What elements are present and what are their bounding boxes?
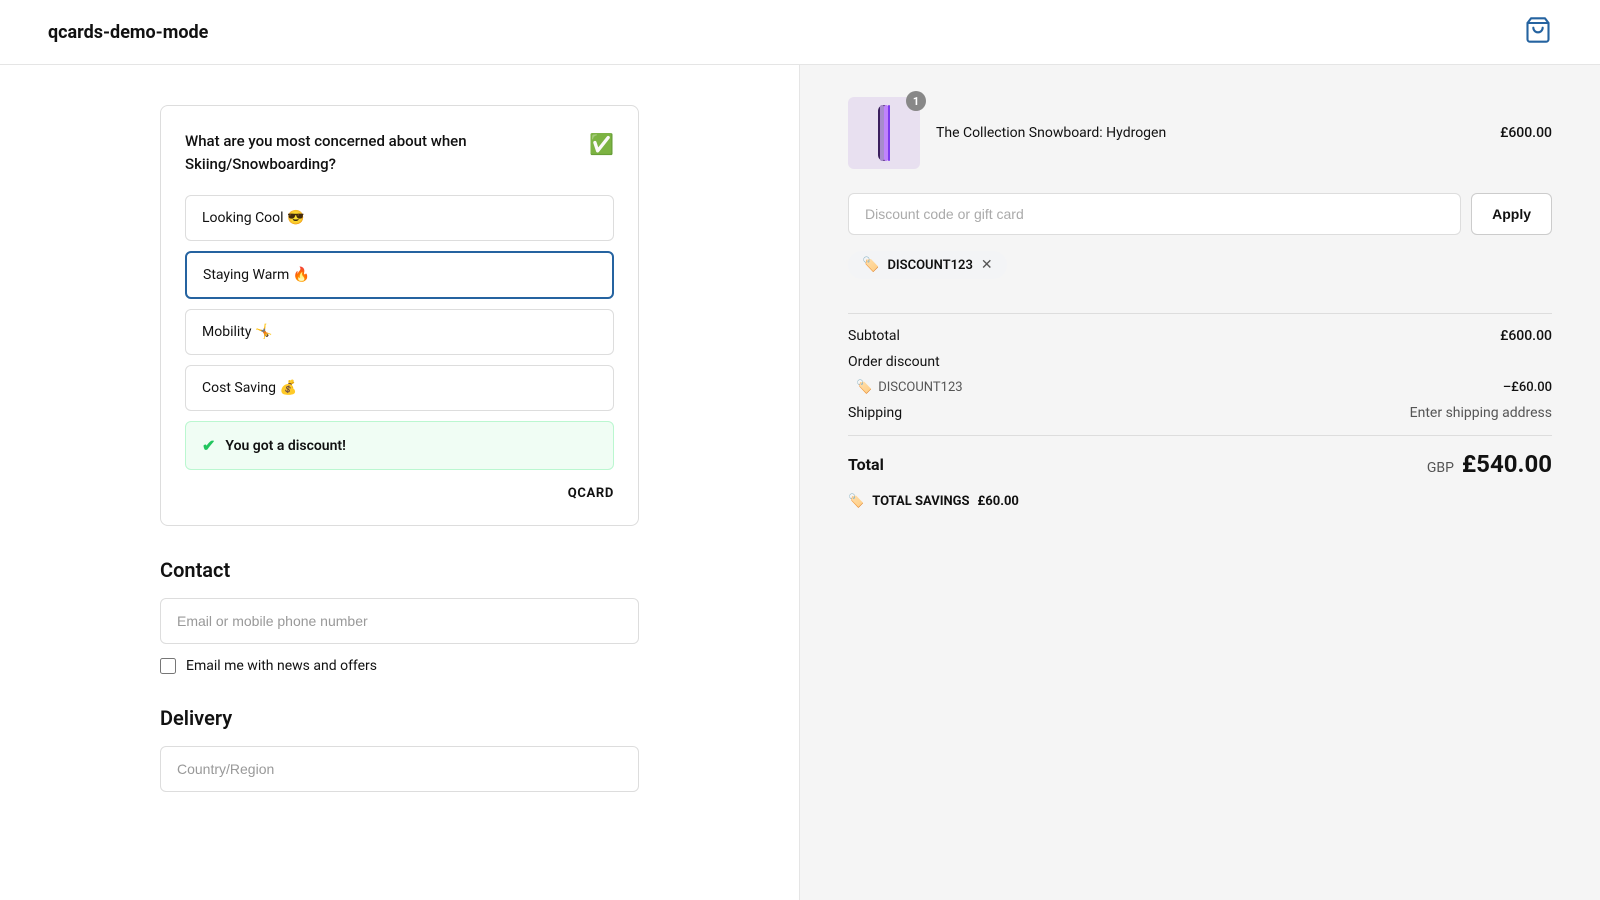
product-image-wrapper: 1 [848, 97, 920, 169]
email-input[interactable] [160, 598, 639, 644]
right-panel: 1 The Collection Snowboard: Hydrogen £60… [800, 65, 1600, 900]
contact-section: Contact Email me with news and offers [160, 558, 639, 674]
savings-icon: 🏷️ [848, 494, 864, 509]
option-looking-cool[interactable]: Looking Cool 😎 [185, 195, 614, 241]
left-panel: What are you most concerned about when S… [0, 65, 800, 900]
newsletter-label: Email me with news and offers [186, 658, 377, 674]
product-badge: 1 [906, 91, 926, 111]
discount-code-label: DISCOUNT123 [878, 380, 962, 395]
newsletter-row: Email me with news and offers [160, 658, 639, 674]
shipping-label: Shipping [848, 405, 902, 421]
subtotal-label: Subtotal [848, 328, 900, 344]
discount-banner: ✔ You got a discount! [185, 421, 614, 470]
delivery-title: Delivery [160, 706, 639, 730]
order-discount-label: Order discount [848, 354, 940, 370]
qcard-widget: What are you most concerned about when S… [160, 105, 639, 526]
total-row: Total GBP £540.00 [848, 450, 1552, 478]
discount-row: Apply [848, 193, 1552, 235]
applied-code: DISCOUNT123 [887, 258, 972, 273]
tag-icon: 🏷️ [862, 257, 879, 273]
product-name: The Collection Snowboard: Hydrogen [936, 125, 1484, 141]
subtotal-value: £600.00 [1500, 328, 1552, 344]
qcard-brand: QCARD [185, 486, 614, 501]
country-input[interactable] [160, 746, 639, 792]
product-price: £600.00 [1500, 125, 1552, 141]
check-circle-icon: ✅ [589, 132, 614, 156]
main-layout: What are you most concerned about when S… [0, 65, 1600, 900]
shipping-value: Enter shipping address [1410, 405, 1552, 421]
apply-button[interactable]: Apply [1471, 193, 1552, 235]
delivery-section: Delivery [160, 706, 639, 792]
remove-discount-button[interactable]: ✕ [981, 257, 993, 273]
discount-detail-icon: 🏷️ [856, 380, 872, 395]
option-staying-warm[interactable]: Staying Warm 🔥 [185, 251, 614, 299]
discount-value: –£60.00 [1503, 380, 1552, 395]
total-value: £540.00 [1462, 450, 1552, 478]
divider-1 [848, 313, 1552, 314]
product-row: 1 The Collection Snowboard: Hydrogen £60… [848, 97, 1552, 169]
site-title: qcards-demo-mode [48, 22, 208, 43]
check-icon: ✔ [202, 436, 215, 455]
newsletter-checkbox[interactable] [160, 658, 176, 674]
qcard-question: What are you most concerned about when S… [185, 130, 589, 175]
total-price-group: GBP £540.00 [1427, 450, 1552, 478]
divider-2 [848, 435, 1552, 436]
contact-title: Contact [160, 558, 639, 582]
total-label: Total [848, 455, 884, 474]
option-cost-saving[interactable]: Cost Saving 💰 [185, 365, 614, 411]
applied-discount-tag: 🏷️ DISCOUNT123 ✕ [848, 251, 1552, 299]
savings-value: £60.00 [978, 494, 1019, 509]
discount-detail-row: 🏷️ DISCOUNT123 –£60.00 [848, 380, 1552, 395]
discount-input[interactable] [848, 193, 1461, 235]
header: qcards-demo-mode [0, 0, 1600, 65]
shipping-row: Shipping Enter shipping address [848, 405, 1552, 421]
order-discount-row: Order discount [848, 354, 1552, 370]
total-currency: GBP [1427, 460, 1454, 476]
option-mobility[interactable]: Mobility 🤸 [185, 309, 614, 355]
total-savings-row: 🏷️ TOTAL SAVINGS £60.00 [848, 494, 1552, 509]
savings-label: TOTAL SAVINGS [872, 494, 969, 509]
shopping-bag-icon[interactable] [1524, 16, 1552, 48]
subtotal-row: Subtotal £600.00 [848, 328, 1552, 344]
